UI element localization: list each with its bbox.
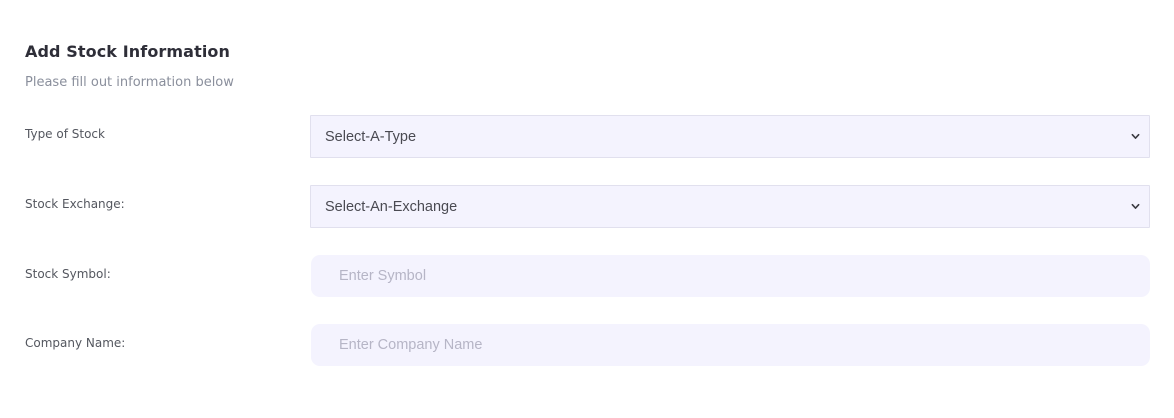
- stock-exchange-label: Stock Exchange:: [25, 197, 125, 211]
- stock-symbol-input[interactable]: [311, 255, 1150, 297]
- stock-exchange-select[interactable]: Select-An-Exchange: [310, 185, 1150, 228]
- stock-type-select[interactable]: Select-A-Type: [310, 115, 1150, 158]
- add-stock-form: Add Stock Information Please fill out in…: [0, 0, 1174, 418]
- stock-type-selected-value: Select-A-Type: [325, 128, 417, 145]
- form-title: Add Stock Information: [25, 42, 230, 61]
- stock-type-label: Type of Stock: [25, 127, 105, 141]
- company-name-input[interactable]: [311, 324, 1150, 366]
- company-name-label: Company Name:: [25, 336, 126, 350]
- chevron-down-icon: [1131, 133, 1140, 139]
- chevron-down-icon: [1131, 203, 1140, 209]
- stock-symbol-label: Stock Symbol:: [25, 267, 111, 281]
- form-subtitle: Please fill out information below: [25, 75, 234, 90]
- stock-exchange-selected-value: Select-An-Exchange: [325, 198, 458, 215]
